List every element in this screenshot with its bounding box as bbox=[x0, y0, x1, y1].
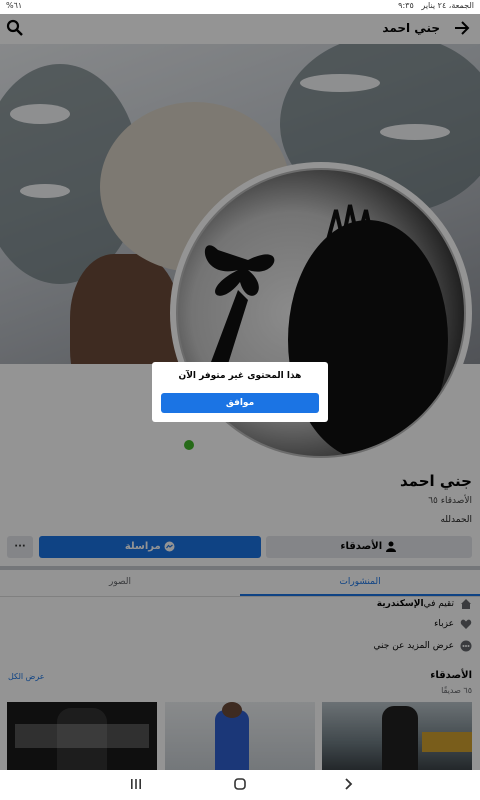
status-right: الجمعة، ٢٤ يناير ٩:٣٥ bbox=[398, 1, 474, 10]
back-nav-icon[interactable] bbox=[342, 778, 354, 790]
home-nav-icon[interactable] bbox=[234, 778, 246, 790]
status-left: %٦١ bbox=[6, 1, 22, 10]
recent-apps-icon[interactable] bbox=[130, 778, 142, 790]
status-date: الجمعة، ٢٤ يناير bbox=[421, 1, 474, 10]
system-nav-bar bbox=[0, 770, 480, 800]
dialog-ok-button[interactable]: موافق bbox=[161, 393, 319, 413]
battery-text: %٦١ bbox=[6, 1, 23, 10]
status-bar: %٦١ الجمعة، ٢٤ يناير ٩:٣٥ bbox=[0, 0, 480, 14]
dialog-message: هذا المحتوى غير متوفر الآن bbox=[178, 371, 302, 381]
status-time: ٩:٣٥ bbox=[398, 1, 414, 10]
unavailable-content-dialog: هذا المحتوى غير متوفر الآن موافق bbox=[152, 362, 328, 422]
